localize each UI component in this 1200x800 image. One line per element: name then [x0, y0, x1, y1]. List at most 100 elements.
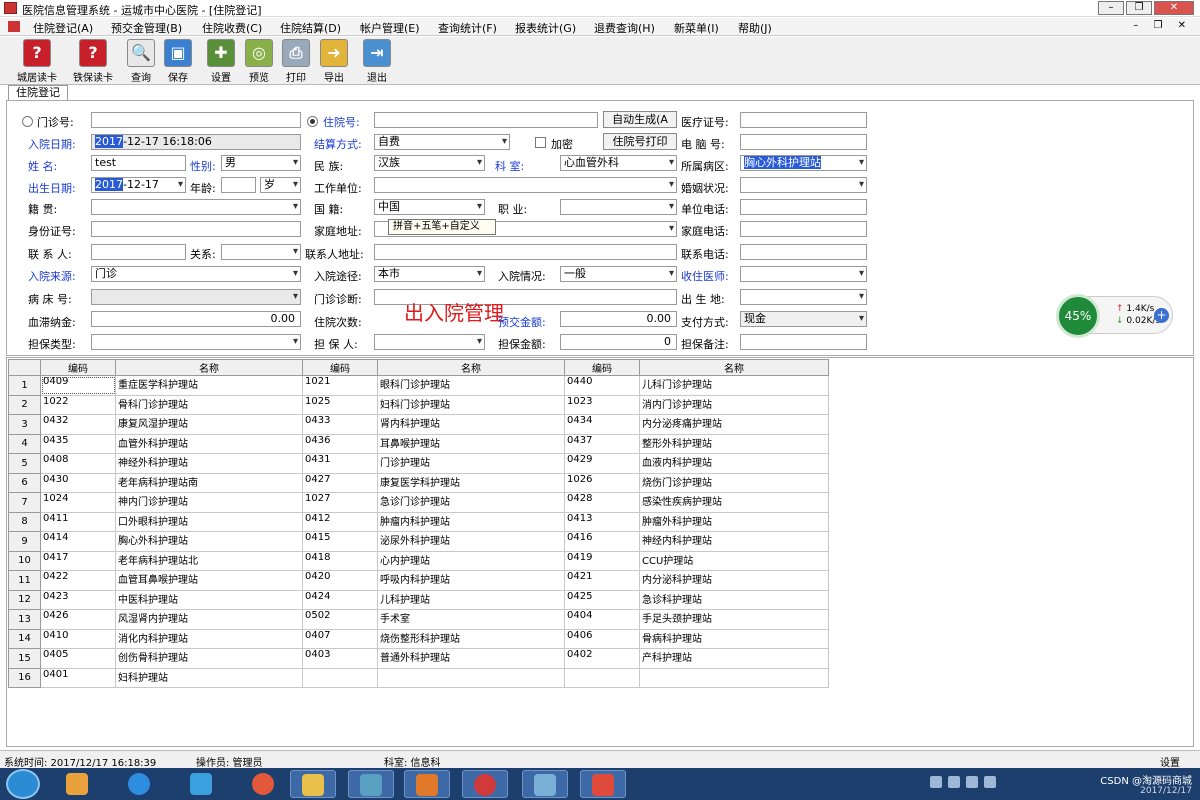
row-number[interactable]: 1 [8, 375, 41, 396]
taskbar-app-chat[interactable] [116, 770, 162, 798]
inpatient-no-input[interactable] [374, 112, 598, 128]
ward-code-cell[interactable]: 1027 [302, 492, 378, 513]
ward-code-cell[interactable]: 0414 [40, 531, 116, 552]
menu-item-account[interactable]: 帐户管理(E) [360, 20, 420, 36]
taskbar-app-browser[interactable] [240, 770, 286, 798]
ward-code-cell[interactable]: 0407 [302, 628, 378, 649]
ward-name-cell[interactable]: 普通外科护理站 [377, 648, 565, 669]
row-number[interactable]: 14 [8, 628, 41, 649]
ward-code-cell[interactable]: 0424 [302, 589, 378, 610]
close-button[interactable]: ✕ [1154, 1, 1194, 15]
table-row[interactable]: 4 0435 血管外科护理站 0436 耳鼻喉护理站 0437 整形外科护理站 [8, 433, 829, 454]
row-number[interactable]: 13 [8, 609, 41, 630]
ward-name-cell[interactable]: 心内护理站 [377, 550, 565, 571]
ward-code-cell[interactable]: 0428 [564, 492, 640, 513]
guarantee-amount-input[interactable]: 0 [560, 334, 677, 350]
settlement-select[interactable]: 自费 [374, 134, 510, 150]
admission-route-select[interactable]: 本市 [374, 266, 485, 282]
ward-name-cell[interactable]: 儿科护理站 [377, 589, 565, 610]
tray-icon[interactable] [948, 776, 960, 788]
ward-code-cell[interactable]: 0402 [564, 648, 640, 669]
col-header-name[interactable]: 名称 [115, 359, 303, 376]
ethnicity-select[interactable]: 汉族 [374, 155, 485, 171]
medical-card-input[interactable] [740, 112, 867, 128]
ward-name-cell[interactable]: CCU护理站 [639, 550, 829, 571]
ward-name-cell[interactable]: 肿瘤外科护理站 [639, 511, 829, 532]
relation-select[interactable] [221, 244, 301, 260]
stagnant-fee-input[interactable]: 0.00 [91, 311, 301, 327]
ward-name-cell[interactable]: 消内门诊护理站 [639, 394, 829, 415]
ward-code-cell[interactable]: 0423 [40, 589, 116, 610]
ward-code-cell[interactable]: 0430 [40, 472, 116, 493]
menu-item-report[interactable]: 报表统计(G) [515, 20, 576, 36]
ward-code-cell[interactable]: 0417 [40, 550, 116, 571]
mdi-window-buttons[interactable]: – ❐ ✕ [1133, 20, 1192, 31]
table-row[interactable]: 8 0411 口外眼科护理站 0412 肿瘤内科护理站 0413 肿瘤外科护理站 [8, 511, 829, 532]
ward-code-cell[interactable]: 0429 [564, 453, 640, 474]
ward-code-cell[interactable]: 0405 [40, 648, 116, 669]
contact-phone-input[interactable] [740, 244, 867, 260]
ward-code-cell[interactable]: 0406 [564, 628, 640, 649]
ward-name-cell[interactable] [639, 667, 829, 688]
ward-code-cell[interactable]: 0436 [302, 433, 378, 454]
row-number[interactable]: 7 [8, 492, 41, 513]
ward-name-cell[interactable]: 急诊科护理站 [639, 589, 829, 610]
ward-code-cell[interactable]: 1025 [302, 394, 378, 415]
ward-code-cell[interactable]: 1022 [40, 394, 116, 415]
outpatient-no-input[interactable] [91, 112, 301, 128]
ward-name-cell[interactable]: 呼吸内科护理站 [377, 570, 565, 591]
ward-name-cell[interactable]: 神经外科护理站 [115, 453, 303, 474]
ward-name-cell[interactable]: 老年病科护理站北 [115, 550, 303, 571]
taskbar-app-paint[interactable] [522, 770, 568, 798]
ward-code-cell[interactable]: 0433 [302, 414, 378, 435]
computer-no-input[interactable] [740, 134, 867, 150]
row-number[interactable]: 8 [8, 511, 41, 532]
ward-code-cell[interactable]: 1024 [40, 492, 116, 513]
row-number[interactable]: 10 [8, 550, 41, 571]
menu-item-settlement[interactable]: 住院结算(D) [280, 20, 341, 36]
ward-code-cell[interactable]: 0432 [40, 414, 116, 435]
ward-code-cell[interactable]: 0431 [302, 453, 378, 474]
ward-name-cell[interactable]: 口外眼科护理站 [115, 511, 303, 532]
menu-item-deposit[interactable]: 预交金管理(B) [111, 20, 182, 36]
ward-code-cell[interactable]: 0502 [302, 609, 378, 630]
ward-name-cell[interactable]: 骨病科护理站 [639, 628, 829, 649]
name-input[interactable]: test [91, 155, 186, 171]
encrypt-checkbox[interactable] [535, 137, 546, 148]
occupation-select[interactable] [560, 199, 677, 215]
ward-name-cell[interactable]: 风湿肾内护理站 [115, 609, 303, 630]
inpatient-radio[interactable] [307, 116, 318, 127]
ward-code-cell[interactable]: 0425 [564, 589, 640, 610]
ward-code-cell[interactable]: 0401 [40, 667, 116, 688]
menu-item-new[interactable]: 新菜单(I) [674, 20, 719, 36]
ward-name-cell[interactable]: 消化内科护理站 [115, 628, 303, 649]
ward-name-cell[interactable]: 产科护理站 [639, 648, 829, 669]
work-phone-input[interactable] [740, 199, 867, 215]
ward-name-cell[interactable]: 门诊护理站 [377, 453, 565, 474]
table-row[interactable]: 15 0405 创伤骨科护理站 0403 普通外科护理站 0402 产科护理站 [8, 648, 829, 669]
network-speed-widget[interactable]: 45% ↑ 1.4K/s ↓ 0.02K/s + [1056, 294, 1173, 338]
ward-code-cell[interactable]: 0404 [564, 609, 640, 630]
ward-name-cell[interactable]: 骨科门诊护理站 [115, 394, 303, 415]
work-unit-select[interactable] [374, 177, 677, 193]
ward-code-cell[interactable]: 0435 [40, 433, 116, 454]
ward-name-cell[interactable]: 康复医学科护理站 [377, 472, 565, 493]
ward-name-cell[interactable]: 烧伤整形科护理站 [377, 628, 565, 649]
ward-code-cell[interactable] [564, 667, 640, 688]
age-input[interactable] [221, 177, 256, 193]
table-row[interactable]: 2 1022 骨科门诊护理站 1025 妇科门诊护理站 1023 消内门诊护理站 [8, 394, 829, 415]
row-number[interactable]: 15 [8, 648, 41, 669]
taskbar-app-notes[interactable] [348, 770, 394, 798]
outpatient-radio[interactable] [22, 116, 33, 127]
taskbar-app-link[interactable] [462, 770, 508, 798]
tray-icon[interactable] [984, 776, 996, 788]
ward-name-cell[interactable]: 创伤骨科护理站 [115, 648, 303, 669]
ward-name-cell[interactable]: 烧伤门诊护理站 [639, 472, 829, 493]
row-number[interactable]: 11 [8, 570, 41, 591]
ward-name-cell[interactable]: 老年病科护理站南 [115, 472, 303, 493]
ward-name-cell[interactable]: 泌尿外科护理站 [377, 531, 565, 552]
row-number[interactable]: 6 [8, 472, 41, 493]
print-inpatient-button[interactable]: 住院号打印 [603, 133, 677, 150]
mdi-app-icon[interactable] [8, 21, 20, 32]
ward-code-cell[interactable]: 0415 [302, 531, 378, 552]
